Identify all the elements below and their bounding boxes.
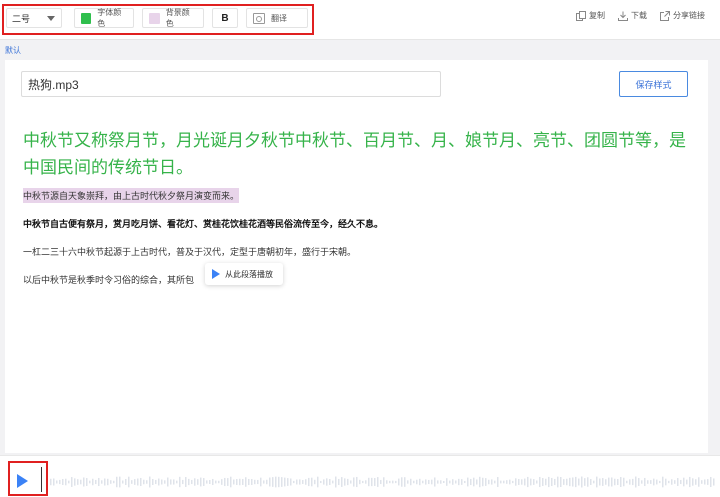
- preset-default-link[interactable]: 默认: [5, 45, 21, 56]
- paragraph[interactable]: 以后中秋节是秋季时令习俗的综合，其所包: [23, 273, 194, 286]
- editor-card: 热狗.mp3 保存样式 中秋节又称祭月节，月光诞月夕秋节中秋节、百月节、月、娘节…: [5, 60, 708, 453]
- paragraph[interactable]: 一杠二三十六中秋节起源于上古时代，普及于汉代，定型于唐朝初年，盛行于宋朝。: [23, 245, 356, 258]
- save-style-button[interactable]: 保存样式: [619, 71, 688, 97]
- play-icon: [212, 269, 220, 279]
- paragraph-bold[interactable]: 中秋节自古便有祭月，赏月吃月饼、看花灯、赏桂花饮桂花酒等民俗流传至今，经久不息。: [23, 217, 383, 230]
- bold-button[interactable]: B: [212, 8, 238, 28]
- title-paragraph[interactable]: 中秋节又称祭月节，月光诞月夕秋节中秋节、百月节、月、娘节月、亮节、团圆节等，是中…: [23, 127, 693, 181]
- player-highlight-box: [8, 461, 48, 496]
- play-icon[interactable]: [17, 474, 28, 488]
- play-from-paragraph-label: 从此段落播放: [225, 269, 273, 279]
- toolbar: 二号 字体颜色 背景颜色 B 翻译 复制 下载 分享链接: [0, 0, 720, 40]
- font-color-button[interactable]: 字体颜色: [74, 8, 134, 28]
- font-color-label: 字体颜色: [97, 8, 122, 28]
- translate-icon: [253, 12, 265, 24]
- copy-icon: [576, 10, 586, 21]
- play-from-paragraph-popup[interactable]: 从此段落播放: [205, 263, 283, 285]
- share-link-button[interactable]: 分享链接: [660, 10, 705, 21]
- translate-button[interactable]: 翻译: [246, 8, 308, 28]
- audio-waveform[interactable]: [50, 472, 715, 492]
- share-icon: [660, 10, 670, 21]
- download-label: 下载: [631, 11, 647, 20]
- filename-input[interactable]: 热狗.mp3: [21, 71, 441, 97]
- font-size-select[interactable]: 二号: [6, 8, 62, 28]
- share-label: 分享链接: [673, 11, 705, 20]
- paragraph-highlighted[interactable]: 中秋节源自天象崇拜，由上古时代秋夕祭月演变而来。: [23, 188, 240, 203]
- copy-label: 复制: [589, 11, 605, 20]
- playhead-cursor[interactable]: [41, 467, 42, 492]
- translate-label: 翻译: [271, 13, 287, 23]
- download-icon: [618, 11, 628, 21]
- download-button[interactable]: 下载: [618, 10, 647, 21]
- background-color-label: 背景颜色: [165, 8, 190, 28]
- chevron-down-icon: [47, 16, 55, 21]
- font-color-swatch: [81, 12, 92, 24]
- background-color-swatch: [149, 12, 160, 24]
- audio-player: [0, 455, 720, 497]
- font-size-value: 二号: [12, 13, 31, 24]
- copy-button[interactable]: 复制: [576, 10, 605, 21]
- background-color-button[interactable]: 背景颜色: [142, 8, 204, 28]
- bold-label: B: [221, 12, 229, 24]
